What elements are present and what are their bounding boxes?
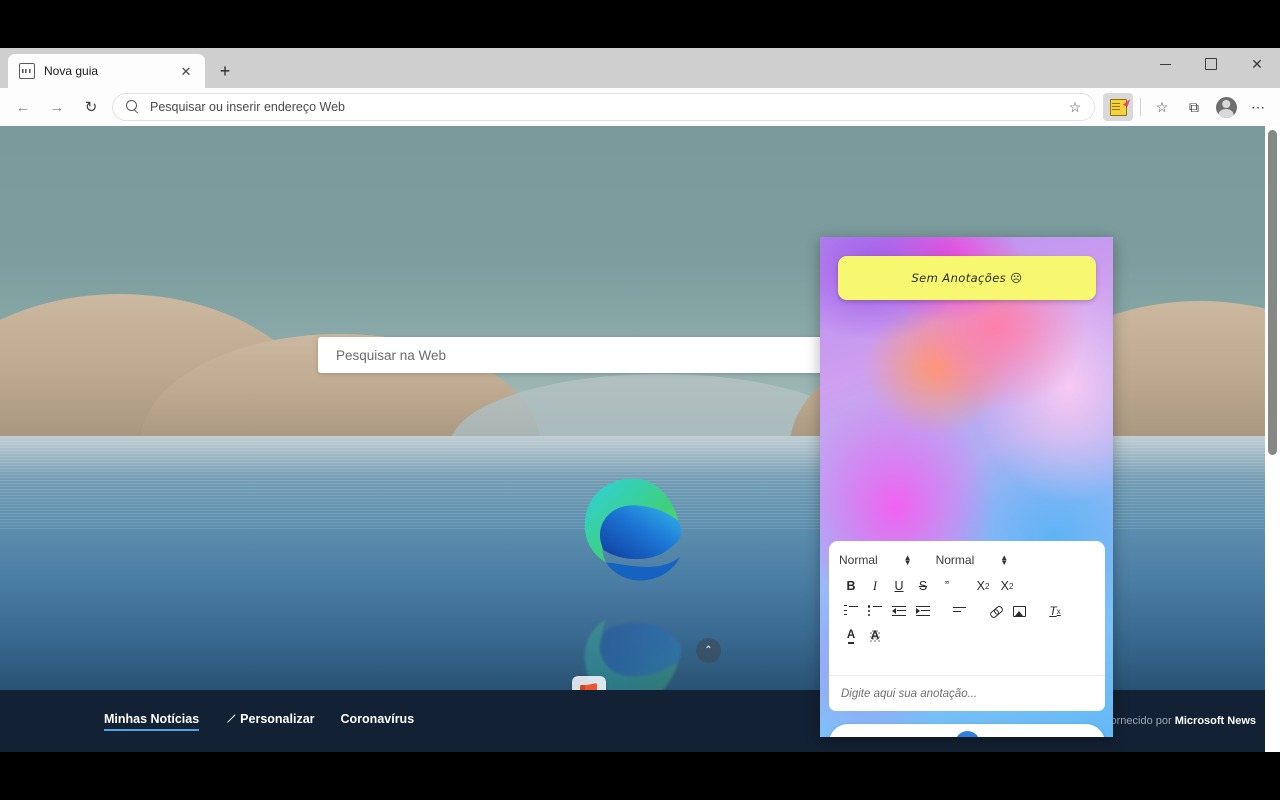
close-window-button[interactable]: ✕ xyxy=(1234,48,1280,80)
block-format-value: Normal xyxy=(839,553,878,567)
text-color-icon: A xyxy=(847,629,855,644)
news-link-coronavirus[interactable]: Coronavírus xyxy=(341,712,415,730)
pencil-icon xyxy=(225,714,235,724)
profile-button[interactable] xyxy=(1210,93,1242,121)
tab-nova-guia[interactable]: Nova guia ✕ xyxy=(8,54,205,88)
block-format-select[interactable]: Normal ▲ ▼ xyxy=(839,553,912,567)
tab-title: Nova guia xyxy=(44,64,99,78)
back-icon[interactable]: ← xyxy=(6,92,40,122)
font-format-value: Normal xyxy=(935,553,975,567)
align-button[interactable] xyxy=(947,602,971,621)
panel-action-bar[interactable] xyxy=(829,724,1105,737)
news-credit: fornecido por Microsoft News xyxy=(1107,715,1256,727)
bullet-list-icon xyxy=(868,605,882,617)
news-link-personalizar[interactable]: Personalizar xyxy=(225,712,314,730)
annotation-input[interactable]: Digite aqui sua anotação... xyxy=(829,675,1105,711)
highlight-button[interactable]: A xyxy=(863,627,887,646)
image-icon xyxy=(1012,605,1026,617)
bold-button[interactable]: B xyxy=(839,577,863,596)
chevron-updown-icon: ▲ ▼ xyxy=(903,553,912,567)
annotation-notepad-icon xyxy=(1109,98,1127,116)
window-controls: ✕ xyxy=(1142,48,1280,80)
annotation-panel: Sem Anotações ☹ Normal ▲ ▼ Normal ▲ ▼ B I xyxy=(820,237,1113,737)
editor-toolbar-row-selects: Normal ▲ ▼ Normal ▲ ▼ xyxy=(839,549,1095,571)
chevron-updown-icon: ▲ ▼ xyxy=(1000,553,1009,567)
editor-toolbar: Normal ▲ ▼ Normal ▲ ▼ B I U S ” X2 X 2 T… xyxy=(829,541,1105,675)
restore-button[interactable] xyxy=(1188,48,1234,80)
star-icon[interactable]: ☆ xyxy=(1062,94,1088,120)
scrollbar-thumb[interactable] xyxy=(1268,130,1277,455)
outdent-icon xyxy=(892,605,906,617)
outdent-button[interactable] xyxy=(887,602,911,621)
minus-circle-icon[interactable] xyxy=(954,730,980,737)
news-credit-prefix: fornecido por xyxy=(1107,715,1175,727)
new-tab-button[interactable]: + xyxy=(211,57,239,85)
minimize-button[interactable] xyxy=(1142,48,1188,80)
search-icon xyxy=(126,100,140,114)
strikethrough-button[interactable]: S xyxy=(911,577,935,596)
sticky-note-text: Sem Anotações ☹ xyxy=(911,271,1023,285)
editor-toolbar-row-inline: B I U S ” X2 X2 xyxy=(839,576,1095,596)
font-format-select[interactable]: Normal ▲ ▼ xyxy=(936,553,1009,567)
reload-icon[interactable]: ↻ xyxy=(74,92,108,122)
clear-format-button[interactable]: Tx xyxy=(1043,602,1067,621)
address-bar[interactable]: Pesquisar ou inserir endereço Web ☆ xyxy=(112,93,1095,121)
avatar xyxy=(1215,96,1237,118)
close-icon[interactable]: ✕ xyxy=(175,60,197,82)
ordered-list-icon xyxy=(844,605,858,617)
tab-strip: Nova guia ✕ + ✕ xyxy=(0,48,1280,88)
navigation-toolbar: ← → ↻ Pesquisar ou inserir endereço Web … xyxy=(0,88,1280,126)
text-color-button[interactable]: A xyxy=(839,627,863,646)
highlight-icon: A xyxy=(869,630,881,642)
image-button[interactable] xyxy=(1007,602,1031,621)
ordered-list-button[interactable] xyxy=(839,602,863,621)
align-icon xyxy=(952,607,966,615)
editor-toolbar-row-color: A A xyxy=(839,626,1095,646)
link-button[interactable] xyxy=(983,602,1007,621)
address-bar-placeholder: Pesquisar ou inserir endereço Web xyxy=(150,100,346,114)
page-viewport: Pesquisar na Web ⌃ Minhas Notícias Perso… xyxy=(0,126,1280,752)
news-link-minhas-noticias[interactable]: Minhas Notícias xyxy=(104,712,200,731)
superscript-button[interactable]: X2 xyxy=(995,577,1019,596)
italic-button[interactable]: I xyxy=(863,577,887,596)
collections-icon[interactable]: ⧉ xyxy=(1178,93,1210,121)
indent-button[interactable] xyxy=(911,602,935,621)
news-credit-brand: Microsoft News xyxy=(1174,715,1256,727)
blockquote-button[interactable]: ” xyxy=(935,577,959,596)
annotation-extension-button[interactable] xyxy=(1103,93,1133,121)
browser-window: Nova guia ✕ + ✕ ← → ↻ Pesquisar ou inser… xyxy=(0,48,1280,752)
link-icon xyxy=(986,603,1003,620)
edge-logo-icon xyxy=(584,478,682,581)
vertical-scrollbar[interactable] xyxy=(1265,126,1280,752)
bullet-list-button[interactable] xyxy=(863,602,887,621)
subscript-button[interactable]: X2 xyxy=(971,577,995,596)
forward-icon[interactable]: → xyxy=(40,92,74,122)
settings-menu-icon[interactable]: ⋯ xyxy=(1242,93,1274,121)
toolbar-divider xyxy=(1140,98,1141,116)
newtab-icon xyxy=(19,63,35,79)
collapse-tiles-button[interactable]: ⌃ xyxy=(696,638,721,663)
underline-button[interactable]: U xyxy=(887,577,911,596)
search-placeholder: Pesquisar na Web xyxy=(336,347,447,363)
news-link-label: Personalizar xyxy=(240,712,315,726)
indent-icon xyxy=(916,605,930,617)
sticky-note-empty-state: Sem Anotações ☹ xyxy=(838,256,1096,300)
favorites-bar-icon[interactable]: ☆ xyxy=(1146,93,1178,121)
annotation-input-placeholder: Digite aqui sua anotação... xyxy=(841,687,978,700)
news-links: Minhas Notícias Personalizar Coronavírus xyxy=(104,712,415,731)
editor-toolbar-row-block: Tx xyxy=(839,601,1095,621)
